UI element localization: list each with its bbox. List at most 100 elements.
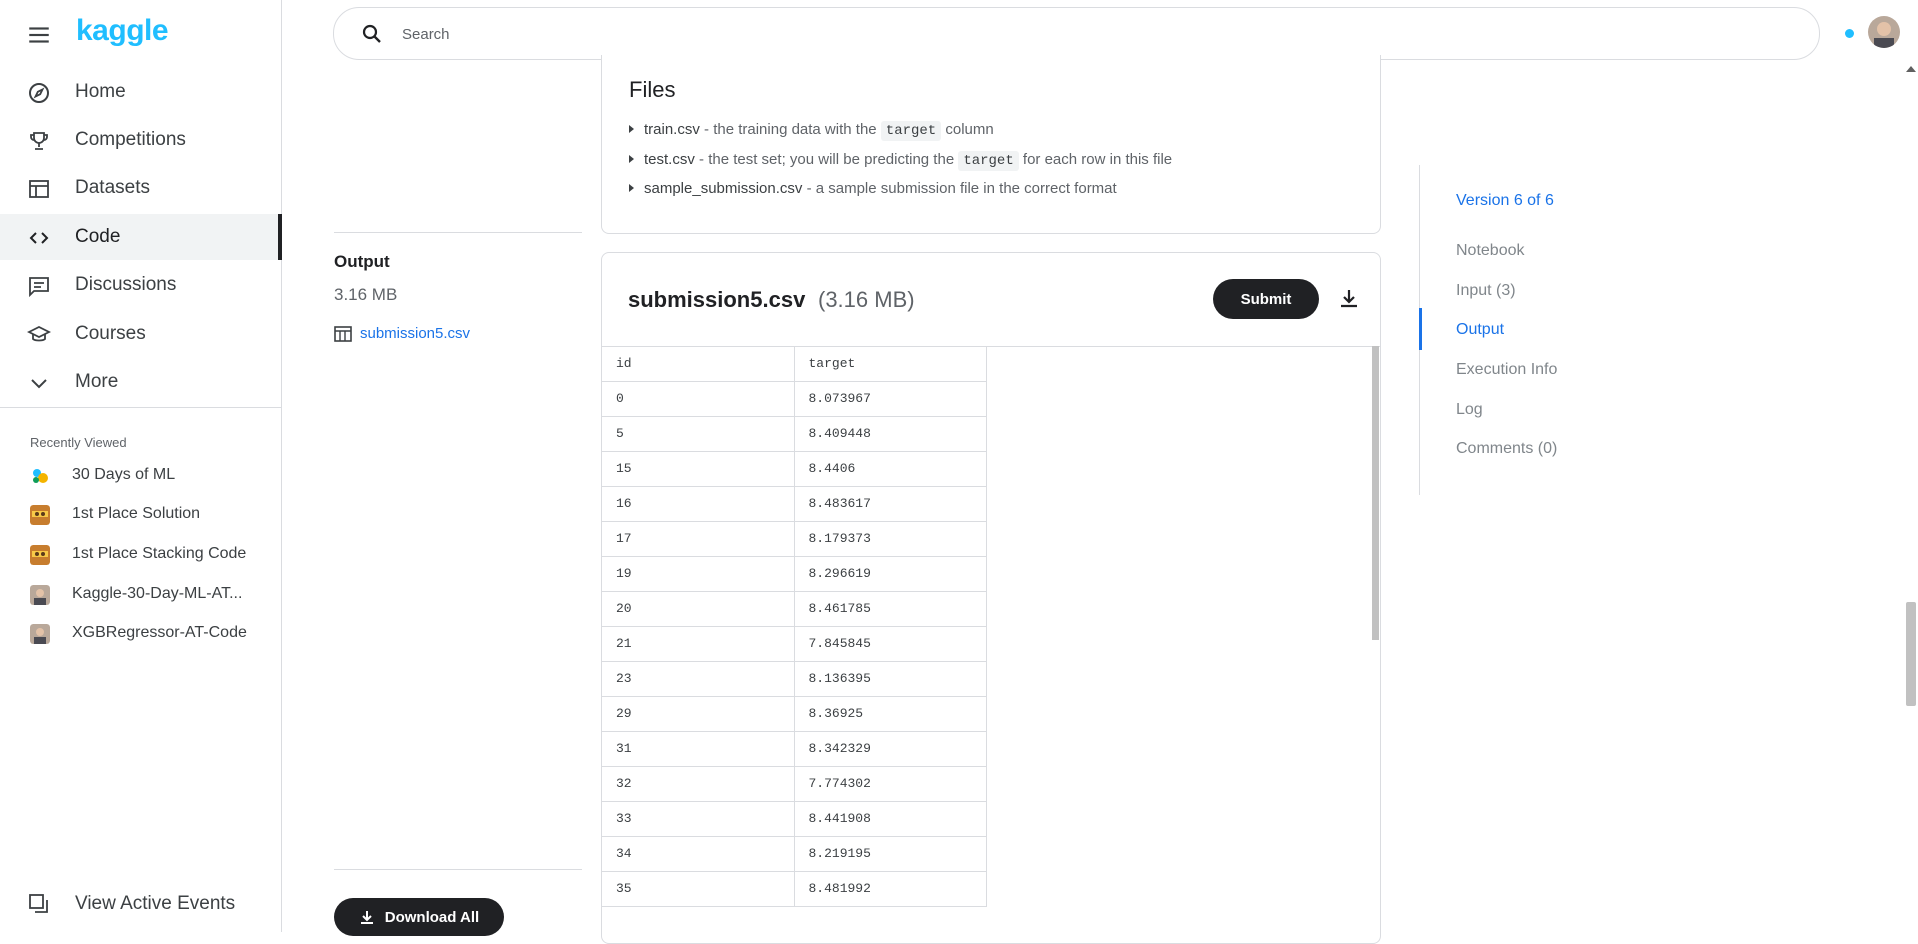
cell-target: 8.409448 bbox=[794, 416, 987, 452]
cell-id: 5 bbox=[602, 416, 795, 452]
sidebar-item-label: Home bbox=[75, 81, 126, 102]
table-row: 29 8.36925 bbox=[602, 696, 987, 732]
table-row: 15 8.4406 bbox=[602, 451, 987, 487]
view-active-events-link[interactable]: View Active Events bbox=[0, 880, 281, 928]
kaggle-logo[interactable]: kaggle bbox=[76, 14, 169, 48]
cell-target: 8.342329 bbox=[794, 731, 987, 767]
section-divider bbox=[334, 232, 582, 233]
cell-id: 29 bbox=[602, 696, 795, 732]
sidebar-item-code[interactable]: Code bbox=[0, 214, 282, 260]
notification-dot bbox=[1845, 29, 1854, 38]
school-icon bbox=[27, 325, 51, 342]
recent-item[interactable]: 1st Place Stacking Code bbox=[0, 535, 281, 573]
cell-target: 8.461785 bbox=[794, 591, 987, 627]
events-icon bbox=[29, 894, 48, 913]
table-icon bbox=[29, 180, 49, 198]
table-row: 16 8.483617 bbox=[602, 486, 987, 522]
cell-target: 8.36925 bbox=[794, 696, 987, 732]
recent-item-label: 1st Place Stacking Code bbox=[72, 545, 247, 562]
sidebar-item-discussions[interactable]: Discussions bbox=[0, 262, 281, 308]
recent-item-label: 30 Days of ML bbox=[72, 466, 176, 483]
download-all-button[interactable]: Download All bbox=[334, 898, 504, 936]
recent-item[interactable]: Kaggle-30-Day-ML-AT... bbox=[0, 575, 281, 613]
comment-icon bbox=[29, 277, 49, 298]
output-label: Output bbox=[334, 252, 390, 271]
output-file-link[interactable]: submission5.csv bbox=[334, 325, 470, 342]
files-title: Files bbox=[629, 77, 676, 102]
table-scrollbar[interactable] bbox=[1372, 346, 1379, 640]
sidebar-item-competitions[interactable]: Competitions bbox=[0, 117, 281, 163]
submission-filename: submission5.csv bbox=[628, 287, 806, 312]
table-of-contents: Version 6 of 6 Notebook Input (3) Output… bbox=[1419, 165, 1720, 495]
files-item: sample_submission.csv - a sample submiss… bbox=[629, 180, 1117, 197]
search-input[interactable] bbox=[400, 20, 1784, 48]
table-row: 20 8.461785 bbox=[602, 591, 987, 627]
sidebar-item-home[interactable]: Home bbox=[0, 69, 281, 115]
cell-id: 21 bbox=[602, 626, 795, 662]
table-row: 0 8.073967 bbox=[602, 381, 987, 417]
sidebar-item-label: More bbox=[75, 371, 119, 392]
toc-item-notebook[interactable]: Notebook bbox=[1456, 242, 1525, 260]
cell-id: 17 bbox=[602, 521, 795, 557]
scroll-up-arrow-icon[interactable] bbox=[1906, 66, 1916, 72]
search-bar[interactable] bbox=[333, 7, 1820, 60]
file-desc: - the training data with the bbox=[699, 121, 881, 138]
files-item: train.csv - the training data with the t… bbox=[629, 121, 994, 141]
file-name: test.csv bbox=[644, 151, 695, 168]
sidebar-item-datasets[interactable]: Datasets bbox=[0, 165, 281, 211]
file-name: train.csv bbox=[644, 121, 700, 138]
submit-button[interactable]: Submit bbox=[1213, 279, 1319, 319]
toc-item-execution-info[interactable]: Execution Info bbox=[1456, 361, 1557, 379]
table-row: 21 7.845845 bbox=[602, 626, 987, 662]
sidebar-item-label: Code bbox=[75, 226, 121, 247]
cell-id: 20 bbox=[602, 591, 795, 627]
competition-thumbnail-icon bbox=[30, 466, 50, 486]
cell-id: 34 bbox=[602, 836, 795, 872]
page-scrollbar-thumb[interactable] bbox=[1906, 602, 1916, 706]
cell-target: 8.481992 bbox=[794, 871, 987, 907]
column-header-target[interactable]: target bbox=[794, 346, 987, 382]
files-item: test.csv - the test set; you will be pre… bbox=[629, 151, 1173, 171]
cell-target: 8.136395 bbox=[794, 661, 987, 697]
cell-target: 8.441908 bbox=[794, 801, 987, 837]
download-icon[interactable] bbox=[1338, 287, 1360, 309]
user-avatar[interactable] bbox=[1868, 16, 1900, 48]
table-row: 34 8.219195 bbox=[602, 836, 987, 872]
file-desc: for each row in this file bbox=[1018, 151, 1173, 168]
toc-item-log[interactable]: Log bbox=[1456, 401, 1483, 419]
table-row: 5 8.409448 bbox=[602, 416, 987, 452]
files-section: Files train.csv - the training data with… bbox=[601, 55, 1381, 234]
output-size: 3.16 MB bbox=[334, 285, 398, 304]
left-sidebar: kaggle Home Competitions Datasets Code D… bbox=[0, 0, 282, 932]
user-avatar-thumbnail-icon bbox=[30, 585, 50, 605]
inline-code: target bbox=[880, 121, 942, 141]
compass-icon bbox=[29, 83, 49, 103]
cell-id: 33 bbox=[602, 801, 795, 837]
cell-id: 16 bbox=[602, 486, 795, 522]
recent-item[interactable]: 1st Place Solution bbox=[0, 495, 281, 533]
recent-item-label: 1st Place Solution bbox=[72, 505, 201, 522]
sidebar-item-courses[interactable]: Courses bbox=[0, 311, 281, 357]
toc-item-comments[interactable]: Comments (0) bbox=[1456, 440, 1557, 458]
recently-viewed-title: Recently Viewed bbox=[30, 435, 127, 450]
table-row: 33 8.441908 bbox=[602, 801, 987, 837]
column-header-id[interactable]: id bbox=[602, 346, 795, 382]
active-indicator bbox=[278, 214, 282, 260]
output-file-name: submission5.csv bbox=[360, 325, 471, 342]
recent-item[interactable]: XGBRegressor-AT-Code bbox=[0, 614, 281, 652]
submission-file-card: submission5.csv (3.16 MB) Submit id targ… bbox=[601, 252, 1381, 944]
sidebar-item-more[interactable]: More bbox=[0, 359, 281, 405]
cell-target: 8.179373 bbox=[794, 521, 987, 557]
cell-target: 7.845845 bbox=[794, 626, 987, 662]
hamburger-menu-icon[interactable] bbox=[26, 22, 52, 48]
toc-item-input[interactable]: Input (3) bbox=[1456, 282, 1516, 300]
file-desc: column bbox=[941, 121, 994, 138]
download-icon bbox=[360, 911, 373, 924]
search-icon bbox=[362, 24, 381, 43]
cell-id: 32 bbox=[602, 766, 795, 802]
recent-item-label: Kaggle-30-Day-ML-AT... bbox=[72, 585, 243, 602]
page-scrollbar[interactable] bbox=[1904, 0, 1918, 932]
version-label[interactable]: Version 6 of 6 bbox=[1456, 192, 1554, 210]
toc-item-output[interactable]: Output bbox=[1456, 321, 1504, 339]
recent-item[interactable]: 30 Days of ML bbox=[0, 456, 281, 494]
